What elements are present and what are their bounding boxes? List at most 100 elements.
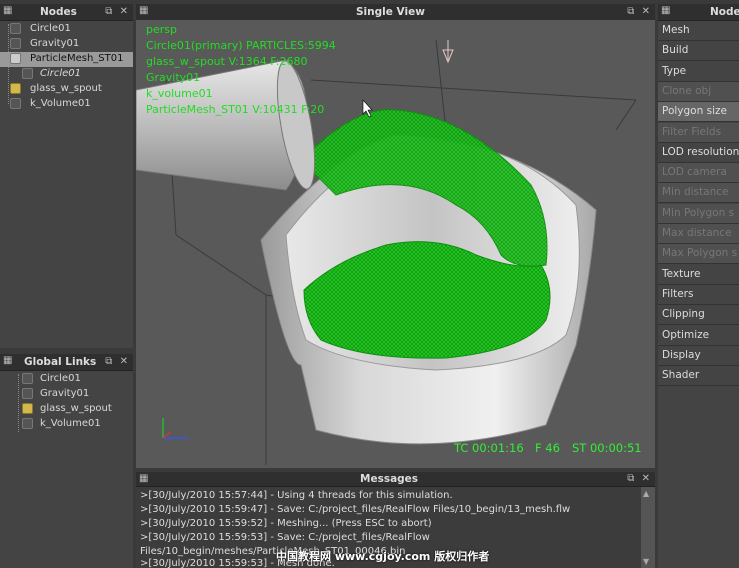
scroll-down-arrow-icon[interactable]: ▼ (643, 557, 649, 566)
param-type[interactable]: Type (658, 62, 739, 82)
panel-grid-icon[interactable]: ▦ (3, 355, 12, 366)
param-label: Filter Fields (662, 125, 722, 138)
3d-viewport[interactable]: persp Circle01(primary) PARTICLES:5994 g… (136, 20, 655, 468)
global-links-title: Global Links (24, 356, 97, 368)
param-label: Filters (662, 287, 694, 300)
axis-gizmo-icon (162, 418, 188, 439)
nodes-panel-title: Nodes (40, 6, 77, 18)
param-label: Min Polygon s (662, 206, 735, 219)
param-shader[interactable]: Shader (658, 366, 739, 387)
frame-readout: F 46 (535, 441, 560, 455)
param-filters[interactable]: Filters (658, 285, 739, 305)
param-max-polygon-s[interactable]: Max Polygon s (658, 244, 739, 265)
param-label: Display (662, 348, 701, 361)
viewport-titlebar-wrap: ▦ Single View ⧉ ✕ (136, 4, 655, 20)
node-item-circle01[interactable]: Circle01 (0, 22, 133, 37)
link-item-circle01[interactable]: Circle01 (0, 372, 133, 387)
param-label: Optimize (662, 328, 710, 341)
emitter-icon (22, 68, 33, 79)
message-line: >[30/July/2010 15:57:44] - Using 4 threa… (140, 490, 453, 501)
link-item-gravity01[interactable]: Gravity01 (0, 387, 133, 402)
viewport-camera-label: persp (146, 23, 177, 36)
node-item-gravity01[interactable]: Gravity01 (0, 37, 133, 52)
panel-grid-icon[interactable]: ▦ (139, 473, 148, 484)
daemon-icon (22, 388, 33, 399)
node-item-kvolume[interactable]: k_Volume01 (0, 97, 133, 112)
panel-window-controls[interactable]: ⧉ ✕ (627, 6, 652, 17)
param-min-distance[interactable]: Min distance (658, 183, 739, 204)
daemon-icon (10, 38, 21, 49)
param-label: Type (662, 64, 687, 77)
param-mesh[interactable]: Mesh (658, 21, 739, 41)
panel-grid-icon[interactable]: ▦ (3, 5, 12, 16)
scroll-up-arrow-icon[interactable]: ▲ (643, 489, 649, 498)
param-label: Max Polygon s (662, 247, 738, 260)
node-item-circle01-child[interactable]: Circle01 (0, 67, 133, 82)
messages-titlebar: ▦ Messages ⧉ ✕ (136, 472, 655, 487)
object-icon (10, 83, 21, 94)
param-label: Build (662, 44, 689, 57)
message-line: >[30/July/2010 15:59:53] - Save: C:/proj… (140, 532, 430, 543)
param-label: Polygon size (662, 105, 727, 118)
param-label: Texture (662, 267, 701, 280)
watermark-text: 中国教程网 www.cgjoy.com 版权归作者 (276, 550, 490, 563)
viewport-info-line: k_volume01 (146, 87, 213, 100)
param-texture[interactable]: Texture (658, 265, 739, 285)
gravity-daemon-gizmo (442, 40, 454, 64)
emitter-icon (22, 373, 33, 384)
messages-scrollbar[interactable]: ▲ ▼ (641, 487, 655, 568)
param-label: LOD resolution (662, 145, 739, 158)
param-label: Max distance (662, 227, 732, 239)
param-build[interactable]: Build (658, 41, 739, 62)
node-params-titlebar: ▦ Node (658, 4, 739, 21)
node-params-title: Node (710, 6, 739, 18)
param-filter-fields[interactable]: Filter Fields (658, 122, 739, 143)
panel-window-controls[interactable]: ⧉ ✕ (105, 356, 130, 367)
timecode-readout: TC 00:01:16 (454, 441, 524, 455)
panel-grid-icon[interactable]: ▦ (139, 5, 148, 16)
messages-title: Messages (360, 473, 419, 485)
scene-render (136, 39, 637, 465)
viewport-info-line: Gravity01 (146, 71, 201, 84)
sim-time-readout: ST 00:00:51 (572, 441, 642, 455)
node-item-glass[interactable]: glass_w_spout (0, 82, 133, 97)
link-item-glass[interactable]: glass_w_spout (0, 402, 133, 417)
param-label: Shader (662, 369, 700, 382)
emitter-icon (10, 23, 21, 34)
nodes-panel: ▦ Nodes ⧉ ✕ Circle01 Gravity01 ParticleM… (0, 4, 133, 348)
link-item-kvolume[interactable]: k_Volume01 (0, 417, 133, 432)
viewport-title: Single View (356, 6, 425, 18)
param-min-polygon-s[interactable]: Min Polygon s (658, 203, 739, 224)
nodes-panel-titlebar: ▦ Nodes ⧉ ✕ (0, 4, 133, 21)
daemon-icon (10, 98, 21, 109)
viewport-info-line: glass_w_spout V:1364 F:2680 (146, 55, 308, 68)
viewport-info-line: Circle01(primary) PARTICLES:5994 (146, 39, 336, 52)
param-polygon-size[interactable]: Polygon size (658, 102, 739, 123)
param-clipping[interactable]: Clipping (658, 305, 739, 326)
node-item-particlemesh[interactable]: ParticleMesh_ST01 (0, 52, 133, 67)
messages-panel: ▦ Messages ⧉ ✕ >[30/July/2010 15:57:44] … (136, 472, 655, 568)
param-display[interactable]: Display (658, 346, 739, 366)
param-label: Clipping (662, 308, 705, 321)
node-params-panel: ▦ Node Mesh Build Type Clone obj Polygon siz… (658, 4, 739, 568)
panel-window-controls[interactable]: ⧉ ✕ (105, 6, 130, 17)
message-line: >[30/July/2010 15:59:47] - Save: C:/proj… (140, 504, 571, 515)
panel-window-controls[interactable]: ⧉ ✕ (627, 473, 652, 484)
param-lod-resolution[interactable]: LOD resolution (658, 143, 739, 163)
mesh-icon (10, 53, 21, 64)
param-optimize[interactable]: Optimize (658, 326, 739, 346)
viewport-info-line: ParticleMesh_ST01 V:10431 F:20 (146, 103, 325, 116)
param-clone-obj[interactable]: Clone obj (658, 81, 739, 102)
global-links-titlebar: ▦ Global Links ⧉ ✕ (0, 354, 133, 371)
daemon-icon (22, 418, 33, 429)
panel-grid-icon[interactable]: ▦ (661, 5, 670, 16)
viewport-titlebar: ▦ Single View ⧉ ✕ (136, 4, 655, 20)
param-label: Clone obj (662, 84, 712, 97)
global-links-panel: ▦ Global Links ⧉ ✕ Circle01 Gravity01 gl… (0, 354, 133, 568)
param-max-distance[interactable]: Max distance (658, 224, 739, 244)
param-lod-camera[interactable]: LOD camera (658, 163, 739, 184)
param-label: Mesh (662, 24, 690, 36)
message-line: >[30/July/2010 15:59:52] - Meshing... (P… (140, 518, 432, 529)
param-label: Min distance (662, 186, 729, 199)
param-label: LOD camera (662, 166, 727, 179)
